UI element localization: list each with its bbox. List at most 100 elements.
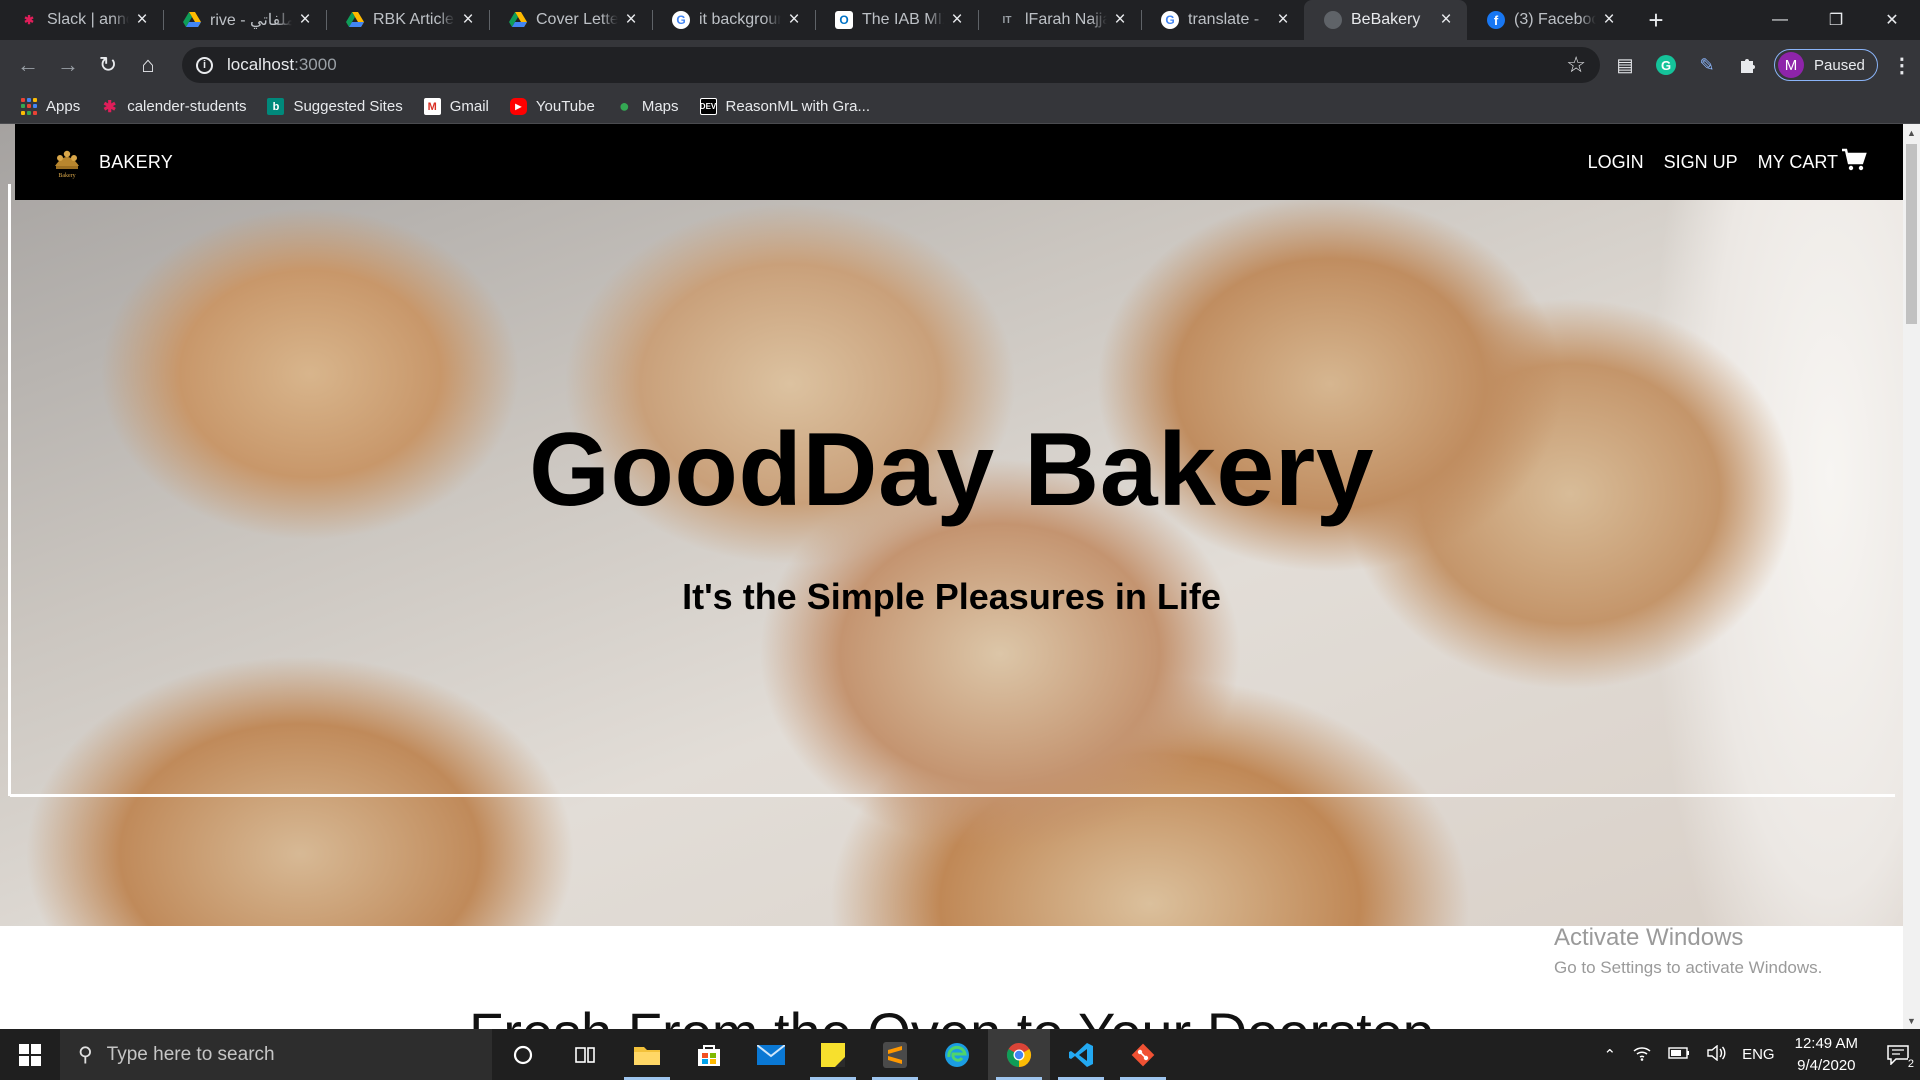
bookmark-maps[interactable]: ● Maps (616, 96, 679, 116)
tab-title: RBK Article (373, 11, 454, 28)
close-icon[interactable]: × (1111, 9, 1129, 31)
wifi-icon[interactable] (1632, 1045, 1652, 1065)
taskbar-chrome[interactable] (988, 1029, 1050, 1080)
taskbar-store[interactable] (678, 1029, 740, 1080)
browser-toolbar: ← → ↻ ⌂ i localhost:3000 ☆ ▤ G ✎ M Pause… (0, 40, 1920, 90)
cortana-button[interactable] (492, 1029, 554, 1080)
outlook-icon: O (835, 11, 853, 29)
google-drive-icon (346, 11, 364, 29)
shopping-cart-icon[interactable] (1841, 148, 1867, 177)
scroll-up-arrow-icon[interactable]: ▲ (1903, 124, 1920, 141)
tab-facebook[interactable]: f (3) Facebook × (1467, 0, 1630, 40)
bookmark-label: YouTube (535, 98, 595, 115)
forward-button[interactable]: → (50, 47, 86, 83)
search-placeholder: Type here to search (106, 1043, 275, 1065)
tab-cover-letter[interactable]: Cover Letter × (489, 0, 652, 40)
close-window-button[interactable]: ✕ (1864, 0, 1920, 40)
task-view-button[interactable] (554, 1029, 616, 1080)
close-icon[interactable]: × (948, 9, 966, 31)
dev-icon: DEV (699, 98, 717, 115)
input-language[interactable]: ENG (1742, 1046, 1775, 1063)
close-icon[interactable]: × (133, 9, 151, 31)
bookmark-calender-students[interactable]: ✱ calender-students (101, 98, 246, 116)
tab-outlook[interactable]: O The IAB MIX × (815, 0, 978, 40)
bookmark-label: Gmail (449, 98, 489, 115)
taskbar-git-kraken[interactable] (1112, 1029, 1174, 1080)
pen-extension-icon[interactable]: ✎ (1691, 49, 1723, 81)
page-viewport: Bakery BAKERY LOGIN SIGN UP MY CART Good… (0, 124, 1920, 1029)
store-bag-icon (698, 1044, 720, 1066)
clock-date: 9/4/2020 (1797, 1056, 1856, 1074)
start-button[interactable] (0, 1029, 60, 1080)
tab-google-search[interactable]: G it backgroun × (652, 0, 815, 40)
minimize-button[interactable]: — (1752, 0, 1808, 40)
action-center-button[interactable]: 2 (1876, 1029, 1920, 1080)
taskbar-search-box[interactable]: ⚲ Type here to search (60, 1029, 492, 1080)
back-button[interactable]: ← (10, 47, 46, 83)
close-icon[interactable]: × (1437, 9, 1455, 31)
task-view-icon (575, 1046, 595, 1063)
site-info-icon[interactable]: i (196, 56, 213, 74)
restore-button[interactable]: ❐ (1808, 0, 1864, 40)
apps-grid-icon (20, 98, 37, 115)
bookmark-label: Suggested Sites (293, 98, 403, 115)
bookmark-label: ReasonML with Gra... (725, 98, 871, 115)
bookmark-label: Apps (46, 98, 81, 115)
bookmark-reasonml[interactable]: DEV ReasonML with Gra... (699, 98, 871, 115)
reload-button[interactable]: ↻ (90, 47, 126, 83)
tab-farah[interactable]: IT lFarah Najja × (978, 0, 1141, 40)
tab-rbk-article[interactable]: RBK Article × (326, 0, 489, 40)
close-icon[interactable]: × (459, 9, 477, 31)
scrollbar-thumb[interactable] (1906, 144, 1917, 324)
cortana-circle-icon (513, 1045, 533, 1064)
bakery-logo[interactable]: Bakery (49, 144, 85, 180)
reader-extension-icon[interactable]: ▤ (1609, 49, 1641, 81)
close-icon[interactable]: × (785, 9, 803, 31)
signup-link[interactable]: SIGN UP (1664, 152, 1738, 173)
home-button[interactable]: ⌂ (130, 47, 166, 83)
taskbar-clock[interactable]: 12:49 AM 9/4/2020 (1795, 1033, 1858, 1077)
taskbar-vscode[interactable] (1050, 1029, 1112, 1080)
tab-translate[interactable]: G translate - × (1141, 0, 1304, 40)
folder-icon (634, 1046, 660, 1065)
bookmark-youtube[interactable]: ▶ YouTube (509, 98, 595, 115)
new-tab-button[interactable]: + (1636, 0, 1676, 40)
scroll-down-arrow-icon[interactable]: ▼ (1903, 1012, 1920, 1029)
close-icon[interactable]: × (1600, 9, 1618, 31)
tab-bebakery[interactable]: BeBakery × (1304, 0, 1467, 40)
taskbar-sticky-notes[interactable] (802, 1029, 864, 1080)
taskbar-edge[interactable] (926, 1029, 988, 1080)
notification-icon (1887, 1044, 1909, 1065)
login-link[interactable]: LOGIN (1588, 152, 1644, 173)
profile-status: Paused (1814, 56, 1865, 74)
volume-icon[interactable] (1706, 1044, 1726, 1065)
taskbar-mail[interactable] (740, 1029, 802, 1080)
tab-drive-files[interactable]: rive - ملفاتي × (163, 0, 326, 40)
bookmark-apps[interactable]: Apps (20, 98, 80, 115)
chevron-up-icon[interactable]: ⌃ (1604, 1046, 1617, 1064)
taskbar-sublime-text[interactable] (864, 1029, 926, 1080)
tab-title: it backgroun (699, 11, 781, 28)
page-scrollbar[interactable]: ▲ ▼ (1903, 124, 1920, 1029)
taskbar-file-explorer[interactable] (616, 1029, 678, 1080)
close-icon[interactable]: × (622, 9, 640, 31)
cart-link[interactable]: MY CART (1758, 152, 1838, 173)
tab-title: BeBakery (1351, 11, 1421, 28)
windows-taskbar: ⚲ Type here to search ⌃ ENG 12:49 AM 9/4… (0, 1029, 1920, 1080)
bookmark-star-icon[interactable]: ☆ (1566, 52, 1586, 78)
it-icon: IT (1002, 14, 1012, 26)
tab-slack[interactable]: ✱ Slack | anno × (0, 0, 163, 40)
brand-name[interactable]: BAKERY (99, 152, 173, 173)
address-bar[interactable]: i localhost:3000 ☆ (182, 47, 1600, 83)
bookmark-gmail[interactable]: M Gmail (423, 98, 489, 115)
tab-title: The IAB MIX (862, 11, 944, 28)
extensions-puzzle-icon[interactable] (1732, 49, 1764, 81)
battery-icon[interactable] (1668, 1046, 1690, 1064)
tab-title: rive - ملفاتي (210, 12, 292, 29)
bookmark-suggested-sites[interactable]: b Suggested Sites (267, 98, 403, 115)
more-menu-icon[interactable]: ⋮ (1892, 53, 1912, 78)
close-icon[interactable]: × (296, 9, 314, 31)
grammarly-extension-button[interactable]: G (1650, 49, 1682, 81)
close-icon[interactable]: × (1274, 9, 1292, 31)
profile-button[interactable]: M Paused (1774, 49, 1878, 81)
